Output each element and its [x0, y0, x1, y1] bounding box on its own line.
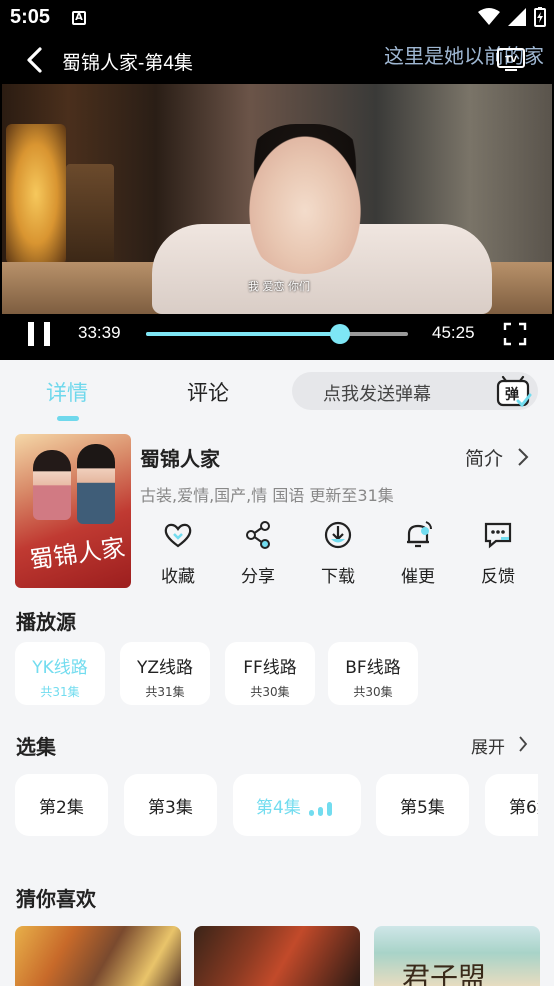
action-label: 分享: [241, 567, 275, 587]
total-time: 45:25: [432, 323, 475, 342]
action-label: 收藏: [161, 567, 195, 587]
action-share[interactable]: 分享: [228, 520, 288, 587]
battery-icon: [534, 7, 546, 27]
source-count: 共30集: [353, 685, 393, 699]
episodes-title: 选集: [16, 735, 56, 759]
episode-label: 第4集: [256, 798, 301, 818]
action-label: 催更: [401, 567, 435, 587]
source-card-ff[interactable]: FF线路 共30集: [225, 642, 315, 705]
video-player[interactable]: 我 爱恋 你们 33:39 45:25: [0, 84, 554, 360]
source-count: 共31集: [145, 685, 185, 699]
bell-icon: [407, 521, 432, 548]
recommend-poster-title: 君子盟: [402, 961, 487, 986]
source-count: 共30集: [250, 685, 290, 699]
wifi-icon: [478, 8, 500, 25]
source-card-bf[interactable]: BF线路 共30集: [328, 642, 418, 705]
source-card-yz[interactable]: YZ线路 共31集: [120, 642, 210, 705]
action-favorite[interactable]: 收藏: [148, 520, 208, 587]
action-label: 反馈: [481, 567, 515, 587]
feedback-icon: [484, 522, 512, 549]
tab-bar: 详情 评论 点我发送弹幕 弹: [0, 362, 554, 422]
poster-title: 蜀锦人家: [27, 533, 127, 575]
danmaku-placeholder: 点我发送弹幕: [323, 384, 431, 405]
source-card-yk[interactable]: YK线路 共31集: [15, 642, 105, 705]
chevron-right-icon[interactable]: [517, 447, 529, 467]
progress-bar[interactable]: [146, 324, 408, 344]
notification-icon: A: [72, 11, 86, 25]
status-icons: [478, 7, 546, 27]
poster-figure-female: [33, 450, 71, 520]
progress-fill: [146, 332, 341, 336]
player-controls: 33:39 45:25: [0, 314, 554, 360]
danmaku-toggle-icon[interactable]: 弹: [496, 375, 532, 409]
share-icon: [246, 521, 270, 549]
pause-icon[interactable]: [28, 322, 50, 346]
source-count: 共31集: [40, 685, 80, 699]
poster-figure-male: [77, 444, 115, 524]
show-meta: 古装,爱情,国产,情 国语 更新至31集: [140, 486, 394, 505]
cast-tv-icon[interactable]: TV: [496, 46, 526, 72]
scene-lamp: [6, 124, 66, 264]
episode-card-current[interactable]: 第4集: [233, 774, 361, 836]
source-name: BF线路: [345, 658, 401, 678]
action-label: 下载: [321, 567, 355, 587]
fullscreen-icon[interactable]: [503, 322, 527, 346]
show-title: 蜀锦人家: [140, 447, 220, 471]
scene-brush-holder: [66, 164, 114, 264]
episode-card[interactable]: 第5集: [376, 774, 469, 836]
recommend-poster-2[interactable]: [194, 926, 360, 986]
action-remind[interactable]: 催更: [388, 520, 448, 587]
scroll-clip: [538, 770, 554, 840]
intro-link[interactable]: 简介: [465, 444, 503, 471]
progress-thumb[interactable]: [330, 324, 351, 344]
video-title: 蜀锦人家-第4集: [62, 53, 193, 74]
episode-label: 第2集: [39, 798, 84, 818]
episode-card[interactable]: 第2集: [15, 774, 108, 836]
video-subtitle: 我 爱恋 你们: [248, 280, 310, 293]
status-time: 5:05: [10, 6, 51, 28]
video-frame: 我 爱恋 你们: [2, 84, 552, 314]
recommend-poster-3[interactable]: 君子盟: [374, 926, 540, 986]
svg-text:TV: TV: [505, 55, 517, 64]
source-name: FF线路: [243, 658, 297, 678]
sources-title: 播放源: [16, 610, 76, 634]
recommend-title: 猜你喜欢: [16, 887, 96, 911]
chevron-right-icon[interactable]: [518, 735, 528, 753]
source-name: YZ线路: [136, 658, 194, 678]
heart-icon: [164, 523, 192, 548]
tab-indicator: [57, 416, 79, 421]
episode-label: 第3集: [148, 798, 193, 818]
expand-link[interactable]: 展开: [471, 733, 505, 758]
action-feedback[interactable]: 反馈: [468, 520, 528, 587]
scene-person-head: [240, 124, 370, 274]
show-poster[interactable]: 蜀锦人家: [15, 434, 131, 588]
download-icon: [324, 521, 352, 549]
action-download[interactable]: 下载: [308, 520, 368, 587]
recommend-poster-1[interactable]: [15, 926, 181, 986]
status-bar: 5:05 A: [0, 0, 554, 36]
back-icon[interactable]: [22, 46, 48, 74]
tab-detail[interactable]: 详情: [46, 377, 88, 407]
player-header: 蜀锦人家-第4集 这里是她以前的家 TV: [0, 36, 554, 84]
current-time: 33:39: [78, 323, 121, 342]
tab-comments[interactable]: 评论: [187, 377, 229, 407]
episode-card[interactable]: 第3集: [124, 774, 217, 836]
playing-indicator-icon: [309, 800, 332, 816]
episode-label: 第5集: [400, 798, 445, 818]
signal-icon: [508, 8, 526, 26]
source-name: YK线路: [32, 658, 88, 678]
